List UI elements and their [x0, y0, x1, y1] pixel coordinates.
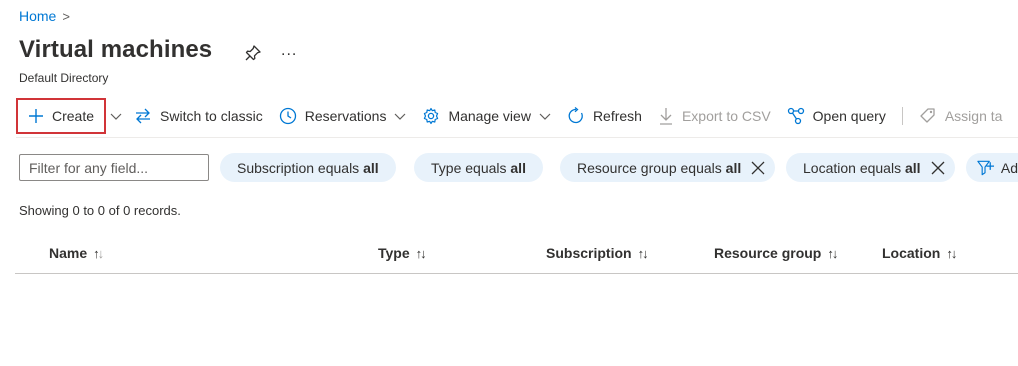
assign-tags-button[interactable]: Assign ta — [911, 100, 1011, 132]
toolbar-divider — [901, 107, 903, 125]
filter-pill-type[interactable]: Type equals all — [414, 153, 543, 182]
refresh-label: Refresh — [592, 108, 642, 124]
sort-icon: ↑↓ — [415, 245, 427, 261]
create-button[interactable]: Create — [16, 98, 107, 134]
add-filter-button[interactable]: Ad — [966, 153, 1018, 182]
close-icon[interactable] — [751, 161, 765, 175]
sort-icon: ↑↓ — [946, 245, 957, 261]
reservations-label: Reservations — [304, 108, 387, 124]
filter-pill-label: Location equals all — [803, 159, 921, 176]
breadcrumb: Home > — [19, 8, 70, 24]
filter-pill-label: Type equals all — [431, 159, 526, 176]
table-header-divider — [15, 273, 1018, 274]
query-graph-icon — [787, 107, 804, 125]
export-csv-button[interactable]: Export to CSV — [650, 100, 779, 132]
filter-pill-resource-group[interactable]: Resource group equals all — [560, 153, 776, 182]
page-title: Virtual machines — [19, 36, 213, 63]
column-header-subscription[interactable]: Subscription ↑↓ — [546, 245, 649, 261]
manage-view-button[interactable]: Manage view — [414, 100, 559, 132]
chevron-down-icon — [539, 113, 551, 120]
plus-icon — [29, 109, 43, 123]
filter-input[interactable]: Filter for any field... — [19, 154, 209, 181]
switch-to-classic-button[interactable]: Switch to classic — [126, 100, 271, 132]
records-count: Showing 0 to 0 of 0 records. — [19, 203, 181, 218]
column-header-location[interactable]: Location ↑↓ — [882, 245, 957, 261]
export-csv-label: Export to CSV — [681, 108, 771, 124]
filter-pill-subscription[interactable]: Subscription equals all — [220, 153, 396, 182]
open-query-label: Open query — [812, 108, 886, 124]
switch-arrows-icon — [136, 108, 151, 124]
pin-icon[interactable] — [243, 43, 263, 63]
sort-icon: ↑↓ — [93, 245, 104, 261]
manage-view-label: Manage view — [448, 108, 531, 124]
column-header-resource-group[interactable]: Resource group ↑↓ — [714, 245, 838, 261]
toolbar-divider-line — [16, 137, 1018, 138]
create-dropdown-button[interactable] — [106, 100, 126, 132]
refresh-button[interactable]: Refresh — [559, 100, 650, 132]
more-options-icon[interactable]: ... — [281, 42, 297, 60]
page-subtitle: Default Directory — [19, 71, 109, 85]
open-query-button[interactable]: Open query — [779, 100, 894, 132]
reservations-button[interactable]: Reservations — [271, 100, 415, 132]
command-bar: Create Switch to classic Reservations Ma… — [16, 98, 1010, 134]
add-filter-icon — [977, 160, 995, 175]
switch-to-classic-label: Switch to classic — [160, 108, 263, 124]
download-icon — [659, 108, 672, 125]
column-header-name[interactable]: Name ↑↓ — [49, 245, 104, 261]
add-filter-label: Ad — [1000, 159, 1018, 176]
tag-icon — [920, 108, 935, 123]
create-label: Create — [52, 108, 95, 124]
gear-icon — [424, 107, 439, 125]
breadcrumb-chevron-icon: > — [62, 8, 70, 24]
sort-icon: ↑↓ — [637, 245, 649, 261]
column-header-type[interactable]: Type ↑↓ — [378, 245, 427, 261]
refresh-icon — [568, 107, 583, 124]
clock-icon — [279, 107, 296, 125]
filter-pill-location[interactable]: Location equals all — [786, 153, 955, 182]
chevron-down-icon — [110, 113, 122, 120]
filter-pill-label: Subscription equals all — [237, 159, 379, 176]
sort-icon: ↑↓ — [827, 245, 838, 261]
breadcrumb-home-link[interactable]: Home — [19, 8, 56, 24]
close-icon[interactable] — [931, 161, 945, 175]
chevron-down-icon — [395, 113, 406, 120]
assign-tags-label: Assign ta — [944, 108, 1003, 124]
filter-pill-label: Resource group equals all — [577, 159, 742, 176]
